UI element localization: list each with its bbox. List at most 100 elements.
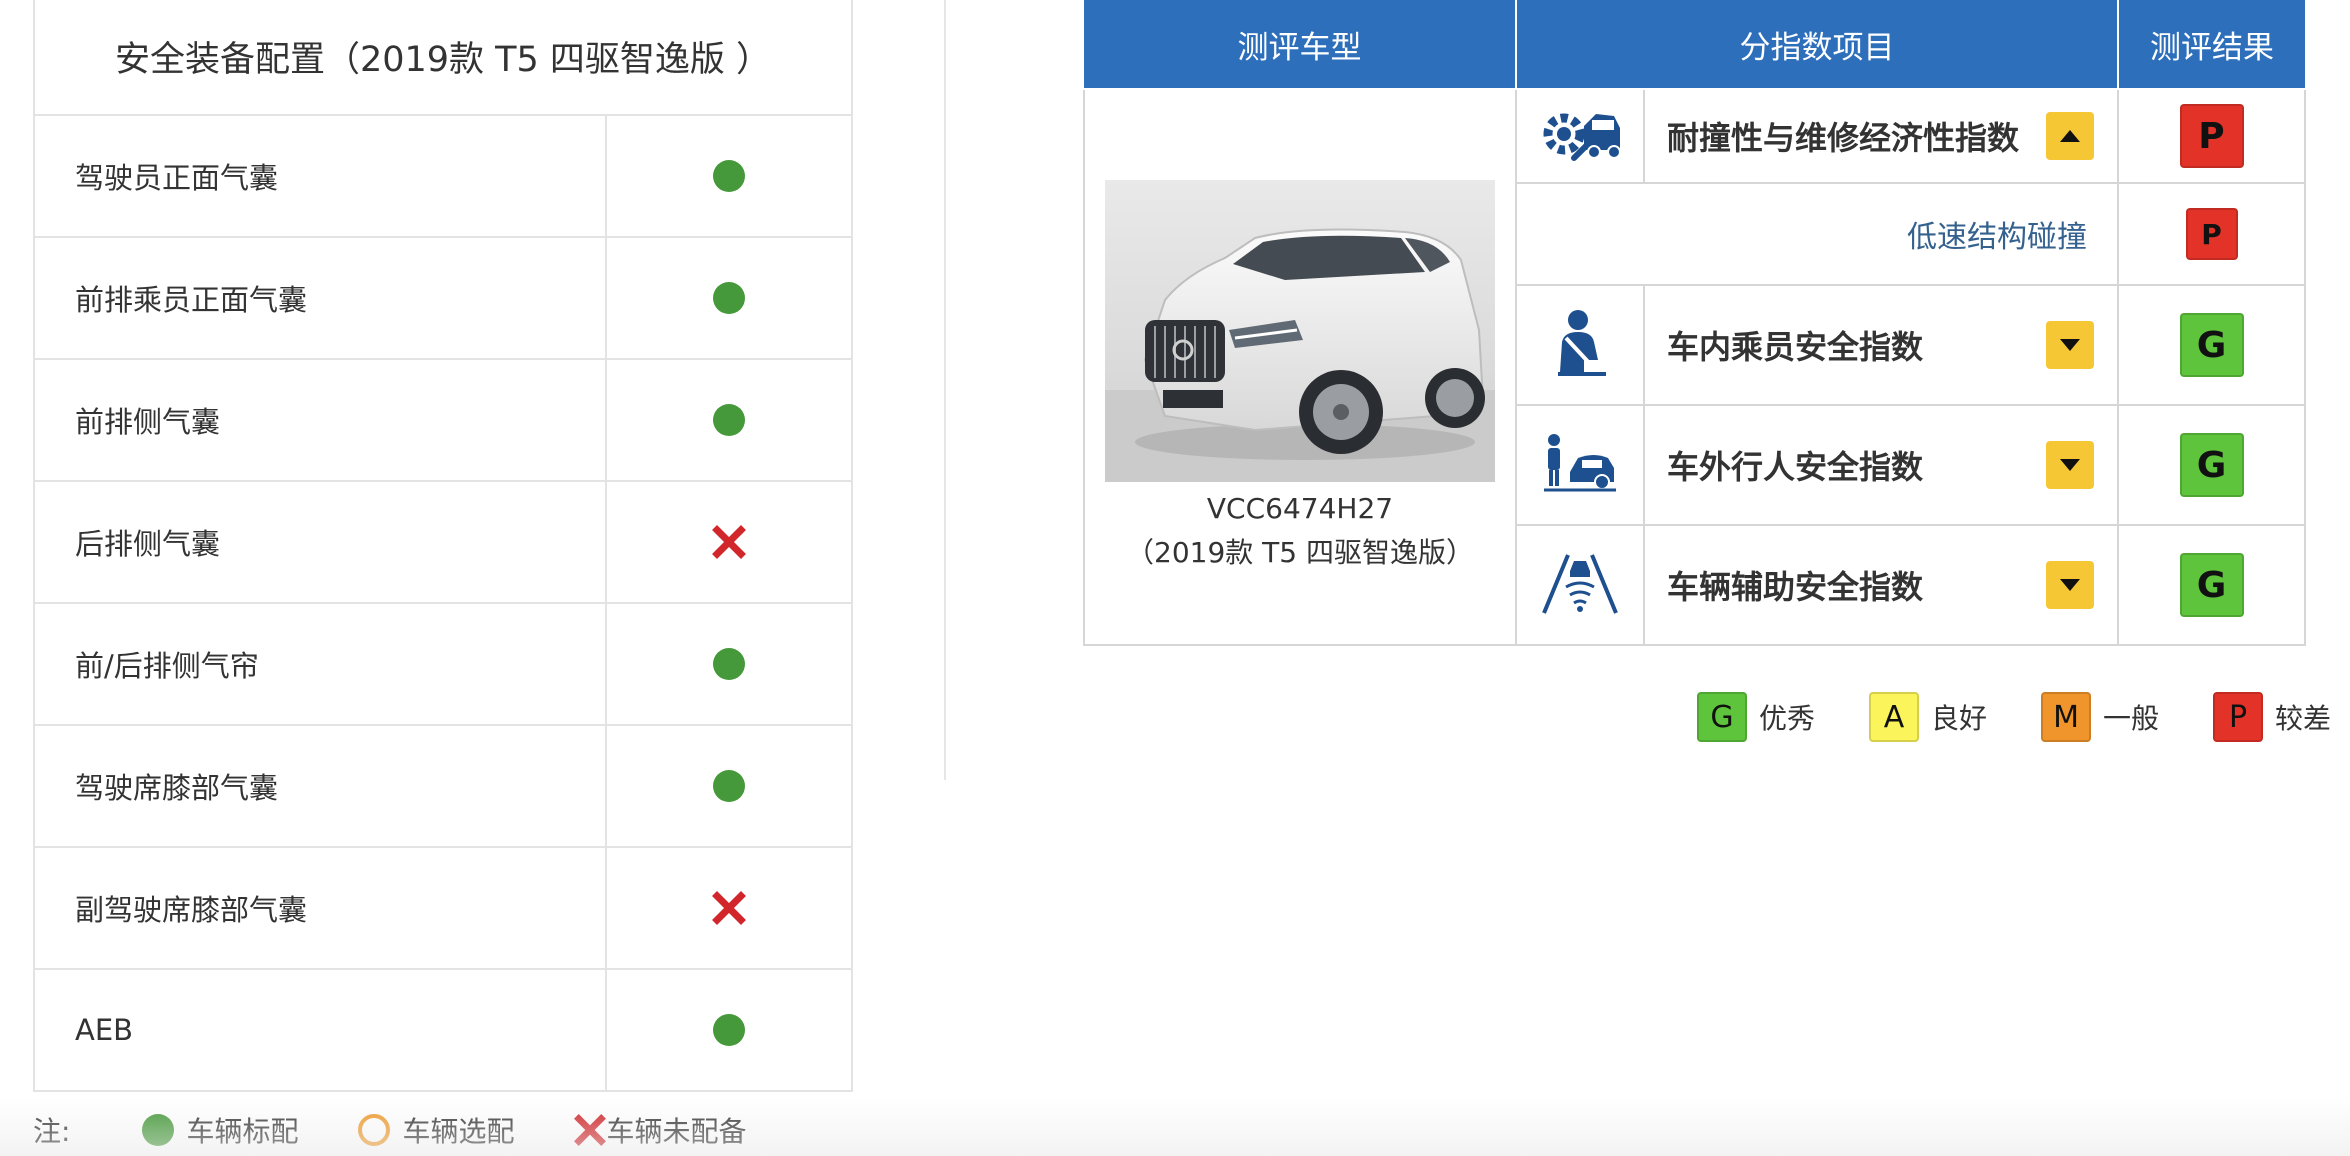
standard-dot-icon [713,648,745,680]
optional-ring-icon [358,1114,391,1146]
equipment-status [604,358,854,482]
grade-badge: A [1869,692,1920,742]
grade-badge: P [2213,692,2264,742]
equipment-label: 驾驶席膝部气囊 [33,724,607,848]
pedestrian-car-icon [1544,434,1616,492]
header-index: 分指数项目 [1515,0,2119,90]
grade-badge: M [2041,692,2092,742]
legend-item: G 优秀 [1697,692,1815,742]
trend-down-icon [2046,321,2094,369]
grade-badge: G [2179,313,2244,377]
header-result: 测评结果 [2117,0,2305,90]
cross-icon [712,525,746,559]
vertical-divider [944,0,946,780]
repair-icon [1543,113,1621,161]
equipment-status [604,480,854,604]
vehicle-cell: VCC6474H27 （2019款 T5 四驱智逸版） [1083,88,1517,646]
equipment-status [604,602,854,726]
occupant-seatbelt-icon [1558,310,1606,376]
equipment-status [604,114,854,238]
equipment-legend: 注: 车辆标配 车辆选配 车辆未配备 [33,1108,806,1152]
results-table: 测评车型 分指数项目 测评结果 VCC6474H27 （2019款 T5 四驱智… [1083,0,2306,646]
trend-down-icon [2046,561,2094,609]
grade-badge: P [2179,104,2244,168]
standard-dot-icon [713,404,745,436]
equipment-label: 后排侧气囊 [33,480,607,604]
table-row: 副驾驶席膝部气囊 [33,846,854,970]
index-name-cell: 车辆辅助安全指数 [1643,524,2119,646]
standard-dot-icon [142,1114,175,1146]
index-icon-cell [1515,404,1645,526]
legend-label: 良好 [1931,702,1988,735]
table-row: 驾驶席膝部气囊 [33,724,854,848]
legend-none-label: 车辆未配备 [606,1115,747,1148]
legend-label: 一般 [2103,702,2160,735]
table-row: 前排侧气囊 [33,358,854,482]
result-cell: P [2117,182,2306,286]
legend-label: 优秀 [1759,702,1816,735]
equipment-label: 前排乘员正面气囊 [33,236,607,360]
grade-badge: G [2179,553,2244,617]
legend-optional-label: 车辆选配 [402,1115,515,1148]
equipment-status [604,724,854,848]
standard-dot-icon [713,770,745,802]
vehicle-version: （2019款 T5 四驱智逸版） [1126,536,1474,569]
index-icon-cell [1515,284,1645,406]
equipment-table: 安全装备配置（2019款 T5 四驱智逸版 ） 驾驶员正面气囊 前排乘员正面气囊… [32,0,854,1092]
result-cell: G [2117,284,2306,406]
index-icon-cell [1515,88,1645,184]
results-header-row: 测评车型 分指数项目 测评结果 [1084,0,2305,90]
table-row: 驾驶员正面气囊 [33,114,854,238]
header-model: 测评车型 [1084,0,1517,90]
equipment-status [604,968,854,1092]
table-row: 后排侧气囊 [33,480,854,604]
equipment-label: 驾驶员正面气囊 [33,114,607,238]
equipment-label: AEB [33,968,607,1092]
legend-none: 车辆未配备 [574,1110,746,1150]
driver-assist-icon [1542,554,1618,614]
cross-icon [712,891,746,925]
index-name: 耐撞性与维修经济性指数 [1667,119,2020,157]
legend-item: M 一般 [2041,692,2159,742]
legend-standard-label: 车辆标配 [186,1115,299,1148]
table-row: 前/后排侧气帘 [33,602,854,726]
legend-optional: 车辆选配 [358,1110,514,1150]
standard-dot-icon [713,282,745,314]
result-cell: G [2117,404,2306,526]
vehicle-model: VCC6474H27 [1206,492,1394,525]
table-row: AEB [33,968,854,1092]
table-row: VCC6474H27 （2019款 T5 四驱智逸版） 耐撞性与维修经济性指数 [1083,88,2306,646]
grade-badge: G [1697,692,1747,742]
equipment-label: 前排侧气囊 [33,358,607,482]
equipment-status [604,846,854,970]
equipment-label: 副驾驶席膝部气囊 [33,846,607,970]
equipment-status [604,236,854,360]
grade-badge: G [2179,433,2244,497]
equipment-title-row: 安全装备配置（2019款 T5 四驱智逸版 ） [32,0,854,116]
index-name: 车内乘员安全指数 [1667,328,1924,366]
legend-standard: 车辆标配 [142,1110,298,1150]
table-row: 前排乘员正面气囊 [33,236,854,360]
equipment-title: 安全装备配置（2019款 T5 四驱智逸版 ） [32,0,854,116]
legend-item: A 良好 [1869,692,1987,742]
result-cell: G [2117,524,2306,646]
index-name-cell: 耐撞性与维修经济性指数 [1643,88,2119,184]
sub-index-name: 低速结构碰撞 [1515,182,2119,286]
standard-dot-icon [713,160,745,192]
cross-icon [574,1114,607,1146]
result-cell: P [2117,88,2306,184]
index-name: 车外行人安全指数 [1667,448,1924,486]
index-icon-cell [1515,524,1645,646]
index-name: 车辆辅助安全指数 [1667,568,1924,606]
index-name-cell: 车外行人安全指数 [1643,404,2119,526]
grade-badge: P [2185,208,2238,260]
equipment-label: 前/后排侧气帘 [33,602,607,726]
trend-up-icon [2046,112,2094,160]
car-photo [1105,180,1495,482]
index-name-cell: 车内乘员安全指数 [1643,284,2119,406]
grade-legend: G 优秀 A 良好 M 一般 P 较差 [1697,692,2331,742]
legend-label: 较差 [2275,702,2332,735]
legend-item: P 较差 [2213,692,2331,742]
trend-down-icon [2046,441,2094,489]
legend-note: 注: [33,1115,71,1148]
